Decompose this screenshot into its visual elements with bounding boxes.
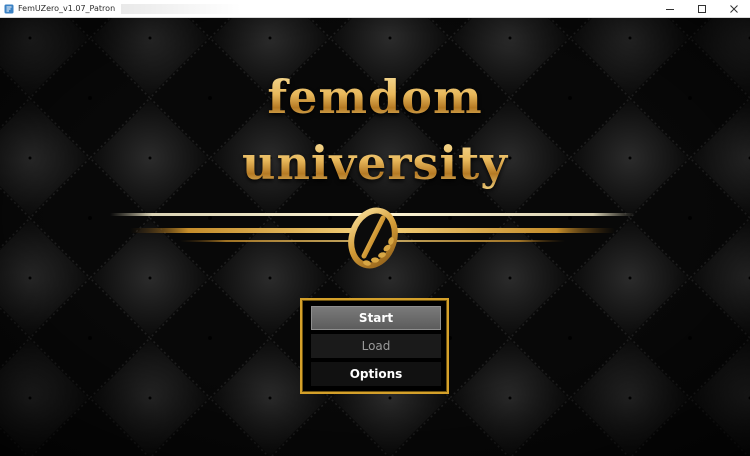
maximize-icon [698, 4, 706, 13]
window-title: FemUZero_v1.07_Patron [18, 4, 116, 13]
window-titlebar[interactable]: FemUZero_v1.07_Patron [0, 0, 750, 18]
close-button[interactable] [718, 0, 750, 18]
title-blur [121, 3, 242, 14]
minimize-button[interactable] [654, 0, 686, 18]
title-menu: Start Load Options [300, 298, 449, 394]
start-button[interactable]: Start [311, 306, 441, 330]
app-icon [4, 4, 14, 13]
load-button[interactable]: Load [311, 334, 441, 358]
minimize-icon [666, 8, 674, 10]
game-viewport[interactable]: femdom university Start Load Options [0, 18, 750, 456]
options-button[interactable]: Options [311, 362, 441, 386]
maximize-button[interactable] [686, 0, 718, 18]
close-icon [730, 4, 738, 13]
